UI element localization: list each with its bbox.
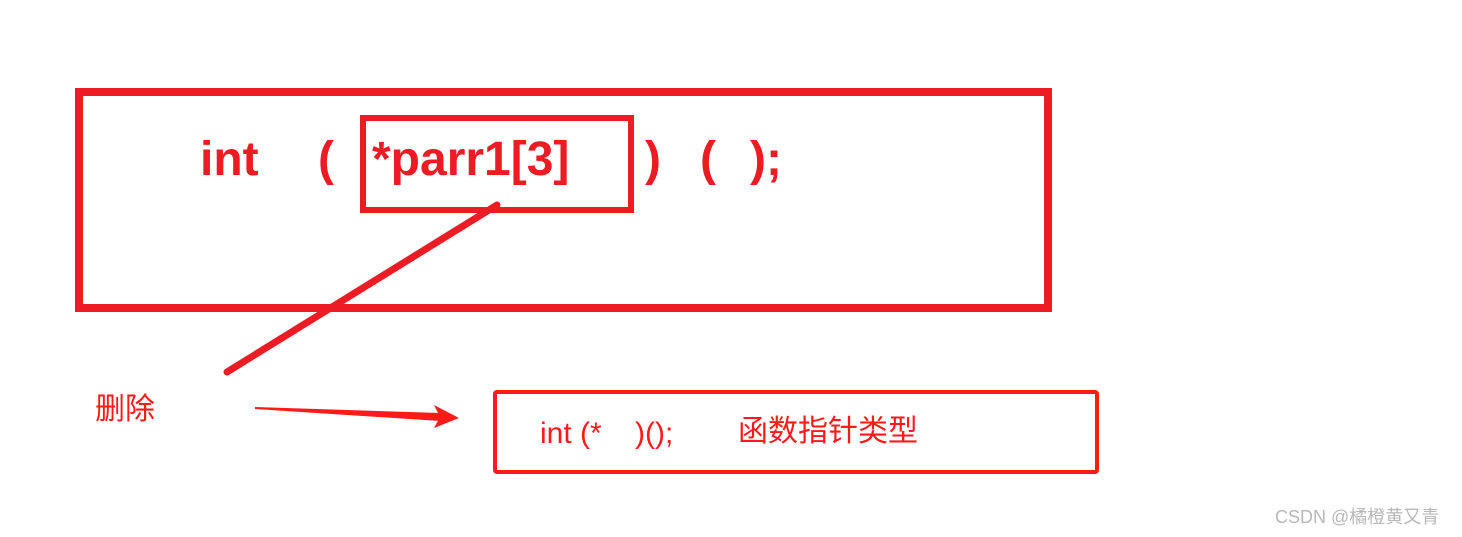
watermark: CSDN @橘橙黄又青 <box>1275 507 1440 527</box>
arrow-shaft <box>255 407 440 421</box>
result-description: 函数指针类型 <box>738 414 918 449</box>
result-code: int (* )(); <box>540 417 674 450</box>
pointer-line <box>223 201 501 376</box>
delete-label: 删除 <box>95 392 155 427</box>
